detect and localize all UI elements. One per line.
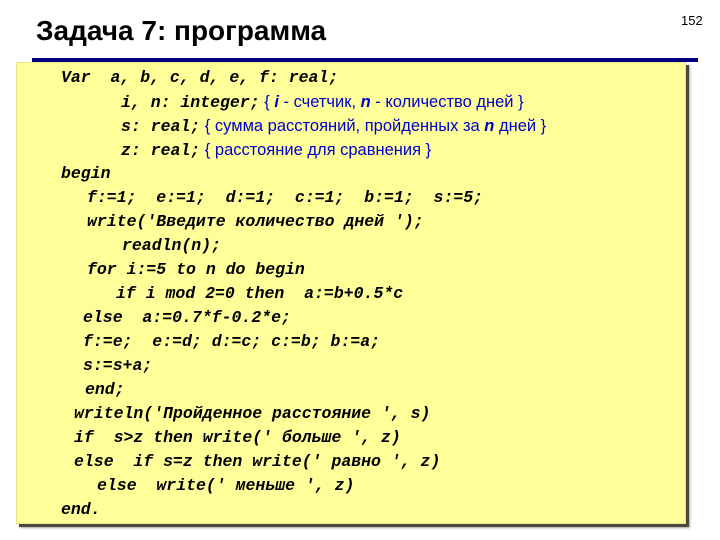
code-text: end;	[85, 380, 125, 399]
code-text: for i:=5 to n do begin	[87, 260, 305, 279]
code-line: else if s=z then write(' равно ', z)	[74, 450, 440, 474]
code-line: i, n: integer; { i - счетчик, n - количе…	[121, 90, 524, 114]
page-number: 152	[681, 13, 703, 28]
code-text: s:=s+a;	[83, 356, 153, 375]
code-line: s:=s+a;	[83, 354, 152, 378]
comment-brace: {	[259, 93, 275, 111]
code-text: f:=1; e:=1; d:=1; c:=1; b:=1; s:=5;	[87, 188, 484, 207]
code-listing-box: Var a, b, c, d, e, f: real; i, n: intege…	[16, 62, 686, 524]
code-comment: { i - счетчик, n - количество дней }	[259, 93, 524, 111]
code-text: i, n: integer;	[121, 93, 260, 112]
code-line: else a:=0.7*f-0.2*e;	[83, 306, 291, 330]
code-line: write('Введите количество дней ');	[87, 210, 424, 234]
code-text: else write(' меньше ', z)	[97, 476, 355, 495]
code-line: z: real; { расстояние для сравнения }	[121, 138, 431, 162]
comment-var-highlight: n	[484, 117, 495, 135]
code-text: f:=e; e:=d; d:=c; c:=b; b:=a;	[83, 332, 381, 351]
code-text: s: real;	[121, 117, 201, 136]
code-text: readln(n);	[122, 236, 222, 255]
code-comment: { сумма расстояний, пройденных за n дней…	[200, 117, 546, 135]
code-text: z: real;	[121, 141, 201, 160]
code-line: else write(' меньше ', z)	[97, 474, 354, 498]
code-text: Var a, b, c, d, e, f: real;	[61, 68, 339, 87]
code-comment: { расстояние для сравнения }	[200, 141, 431, 159]
code-text: writeln('Пройденное расстояние ', s)	[74, 404, 431, 423]
comment-text: - счетчик,	[278, 93, 361, 111]
comment-text: расстояние для сравнения }	[214, 141, 432, 159]
code-line: if s>z then write(' больше ', z)	[74, 426, 401, 450]
code-line: readln(n);	[122, 234, 221, 258]
code-text: if s>z then write(' больше ', z)	[74, 428, 401, 447]
comment-brace: {	[200, 117, 215, 135]
code-line: f:=1; e:=1; d:=1; c:=1; b:=1; s:=5;	[87, 186, 483, 210]
code-text: begin	[61, 164, 111, 183]
comment-text: - количество дней }	[370, 93, 524, 111]
code-text: else a:=0.7*f-0.2*e;	[83, 308, 291, 327]
code-line: end;	[85, 378, 125, 402]
code-line: end.	[61, 498, 101, 522]
code-line: Var a, b, c, d, e, f: real;	[61, 66, 338, 90]
code-line: writeln('Пройденное расстояние ', s)	[74, 402, 430, 426]
code-text: end.	[61, 500, 101, 519]
comment-text: дней }	[494, 117, 547, 135]
comment-text: сумма расстояний, пройденных за	[214, 117, 485, 135]
code-text: else if s=z then write(' равно ', z)	[74, 452, 441, 471]
code-text: write('Введите количество дней ');	[87, 212, 424, 231]
slide-title: Задача 7: программа	[36, 15, 327, 46]
code-line: begin	[61, 162, 111, 186]
comment-brace: {	[200, 141, 215, 159]
code-line: f:=e; e:=d; d:=c; c:=b; b:=a;	[83, 330, 380, 354]
code-text: if i mod 2=0 then a:=b+0.5*c	[116, 284, 404, 303]
code-line: s: real; { сумма расстояний, пройденных …	[121, 114, 546, 138]
comment-var-highlight: n	[360, 93, 371, 111]
code-line: for i:=5 to n do begin	[87, 258, 305, 282]
code-line: if i mod 2=0 then a:=b+0.5*c	[116, 282, 403, 306]
